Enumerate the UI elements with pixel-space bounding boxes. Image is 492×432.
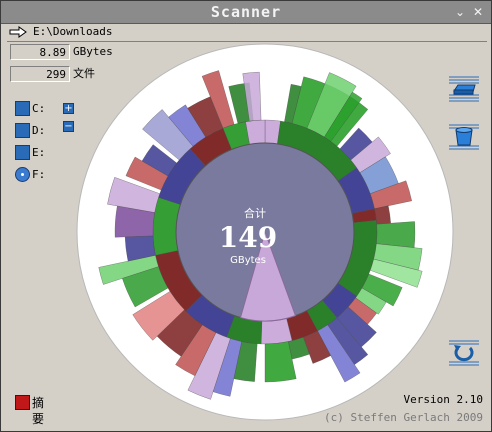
- summary-icon: [15, 395, 30, 410]
- sunburst-segment[interactable]: [260, 318, 293, 345]
- close-icon[interactable]: ✕: [470, 4, 486, 20]
- cd-drive-icon: [15, 167, 30, 182]
- sunburst-segment[interactable]: [374, 205, 391, 225]
- drive-label: C:: [32, 102, 46, 115]
- center-title: 合计: [244, 206, 266, 220]
- hard-drive-icon: [15, 123, 30, 138]
- current-path: E:\Downloads: [33, 25, 113, 38]
- file-count-field: 299: [10, 66, 70, 82]
- arrow-right-icon[interactable]: [9, 26, 27, 38]
- total-size-field: 8.89: [10, 44, 70, 60]
- sunburst-segment[interactable]: [376, 221, 416, 248]
- center-total-value: 149: [219, 221, 277, 254]
- minus-icon[interactable]: −: [63, 121, 74, 132]
- hard-drive-icon: [15, 101, 30, 116]
- title-bar[interactable]: Scanner ⌄ ✕: [1, 1, 491, 24]
- hard-drive-icon: [15, 145, 30, 160]
- path-bar: E:\Downloads: [7, 24, 487, 42]
- version-label: Version 2.10: [403, 393, 483, 406]
- plus-icon[interactable]: +: [63, 103, 74, 114]
- window-title: Scanner: [210, 3, 282, 21]
- drive-label: D:: [32, 124, 46, 137]
- scanner-window: Scanner ⌄ ✕ E:\Downloads 8.89 GBytes 299…: [0, 0, 492, 432]
- minimize-icon[interactable]: ⌄: [452, 4, 468, 20]
- drive-label: E:: [32, 146, 46, 159]
- copyright-label: (c) Steffen Gerlach 2009: [324, 411, 483, 424]
- summary-label: 摘要: [32, 396, 45, 426]
- sunburst-chart[interactable]: 合计 149 GBytes: [76, 43, 454, 421]
- drive-label: F:: [32, 168, 46, 181]
- center-unit: GBytes: [230, 255, 266, 266]
